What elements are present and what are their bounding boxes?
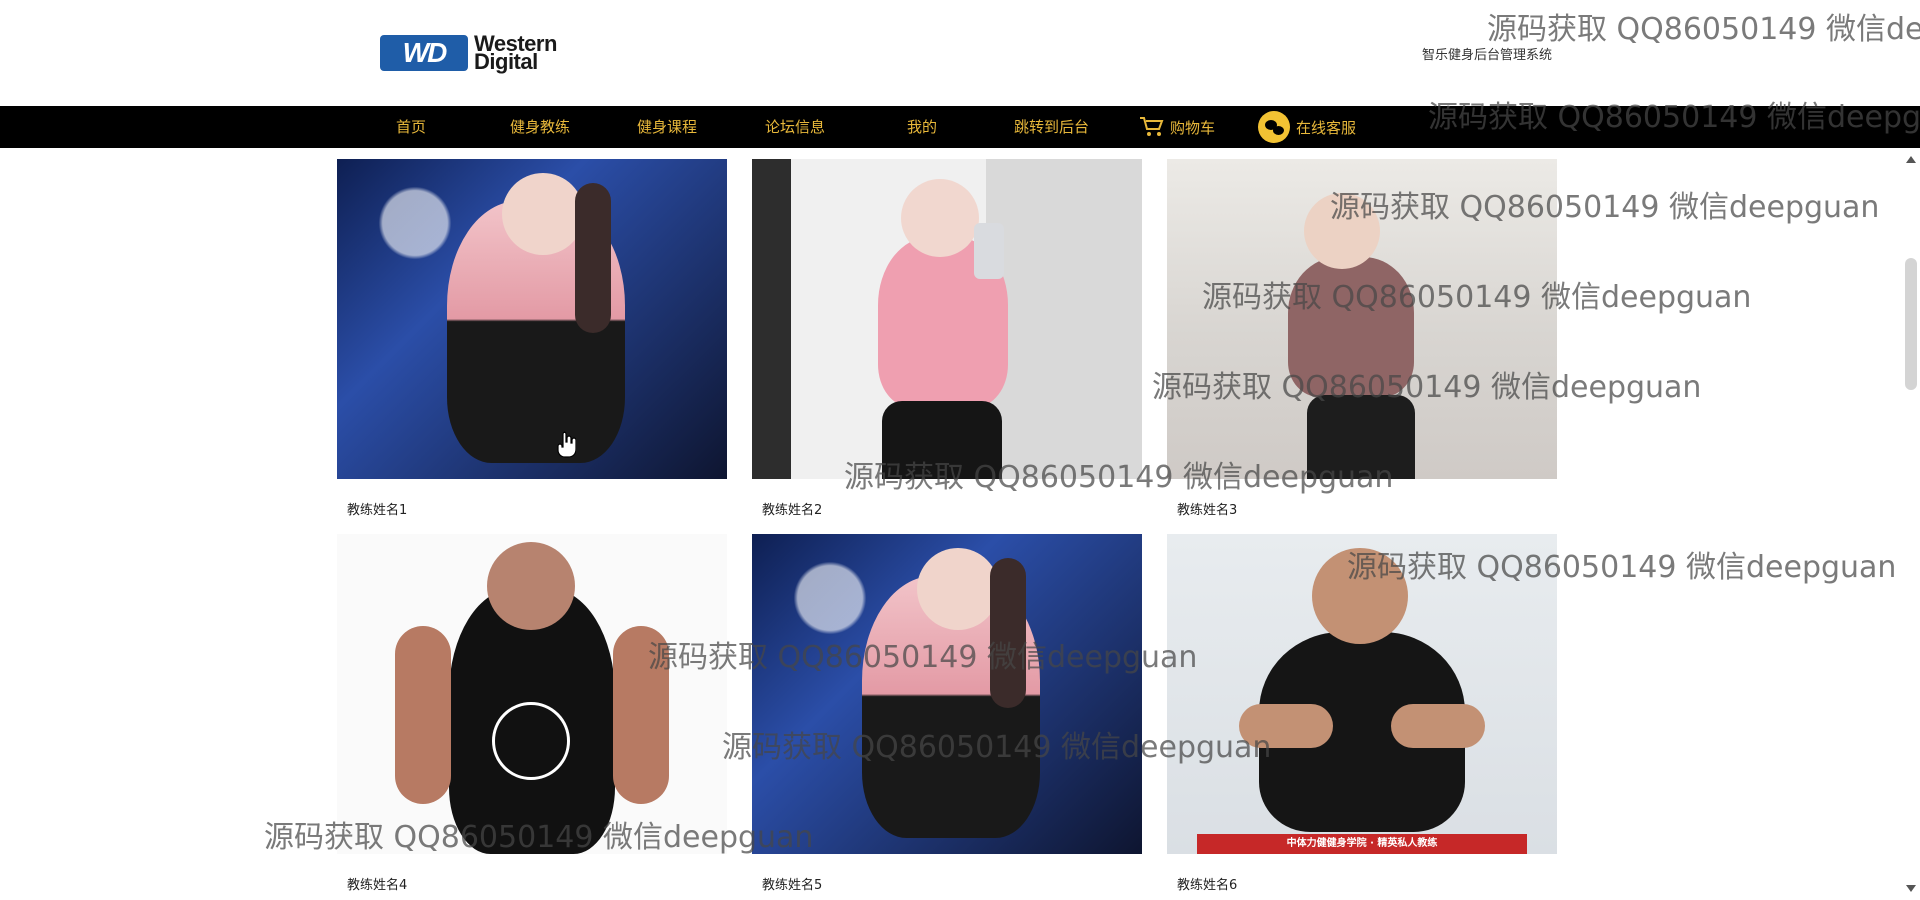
cart-label: 购物车 (1170, 118, 1216, 137)
coach-photo-3 (1167, 159, 1557, 479)
chat-bubble-icon (1258, 111, 1290, 143)
nav-home[interactable]: 首页 (396, 106, 426, 148)
cart-link[interactable]: 购物车 (1138, 113, 1215, 141)
coach-photo-5 (752, 534, 1142, 854)
service-label: 在线客服 (1296, 118, 1357, 137)
brand-logo[interactable]: WD Western Digital (380, 33, 570, 73)
coach-name-6: 教练姓名6 (1177, 878, 1238, 893)
coach-photo-2 (752, 159, 1142, 479)
coach-photo-6: 中体力健健身学院 · 精英私人教练 (1167, 534, 1557, 854)
logo-text: Western Digital (474, 33, 557, 73)
system-title: 智乐健身后台管理系统 (1422, 48, 1553, 63)
header: WD Western Digital 智乐健身后台管理系统 (0, 0, 1920, 106)
nav-fitness-course[interactable]: 健身课程 (637, 106, 697, 148)
coach-card-1[interactable] (337, 159, 727, 479)
coach-card-3[interactable] (1167, 159, 1557, 479)
nav-backend[interactable]: 跳转到后台 (1014, 106, 1089, 148)
coach-name-4: 教练姓名4 (347, 878, 408, 893)
online-service-link[interactable]: 在线客服 (1258, 111, 1356, 143)
coach-card-4[interactable] (337, 534, 727, 854)
coach-name-3: 教练姓名3 (1177, 503, 1238, 518)
shopping-cart-icon (1140, 117, 1164, 136)
nav-forum-info[interactable]: 论坛信息 (765, 106, 825, 148)
coach-name-1: 教练姓名1 (347, 503, 408, 518)
coach-name-2: 教练姓名2 (762, 503, 823, 518)
vertical-scrollbar[interactable] (1902, 148, 1920, 900)
logo-mark: WD (380, 35, 468, 71)
scroll-down-icon[interactable] (1906, 885, 1916, 892)
coach-name-5: 教练姓名5 (762, 878, 823, 893)
scroll-up-icon[interactable] (1906, 156, 1916, 163)
coach-card-6[interactable]: 中体力健健身学院 · 精英私人教练 (1167, 534, 1557, 854)
coach-grid: 教练姓名1 教练姓名2 教练姓名3 教练姓名4 教练姓名5 中体力健健身学院 ·… (0, 148, 1920, 900)
coach-photo-1 (337, 159, 727, 479)
nav-fitness-coach[interactable]: 健身教练 (510, 106, 570, 148)
coach-banner: 中体力健健身学院 · 精英私人教练 (1197, 834, 1527, 854)
coach-card-5[interactable] (752, 534, 1142, 854)
scroll-thumb[interactable] (1905, 258, 1917, 390)
page: WD Western Digital 智乐健身后台管理系统 首页 健身教练 健身… (0, 0, 1920, 900)
coach-photo-4 (337, 534, 727, 854)
top-navigation: 首页 健身教练 健身课程 论坛信息 我的 跳转到后台 购物车 在线客服 (0, 106, 1920, 148)
coach-card-2[interactable] (752, 159, 1142, 479)
nav-mine[interactable]: 我的 (907, 106, 937, 148)
